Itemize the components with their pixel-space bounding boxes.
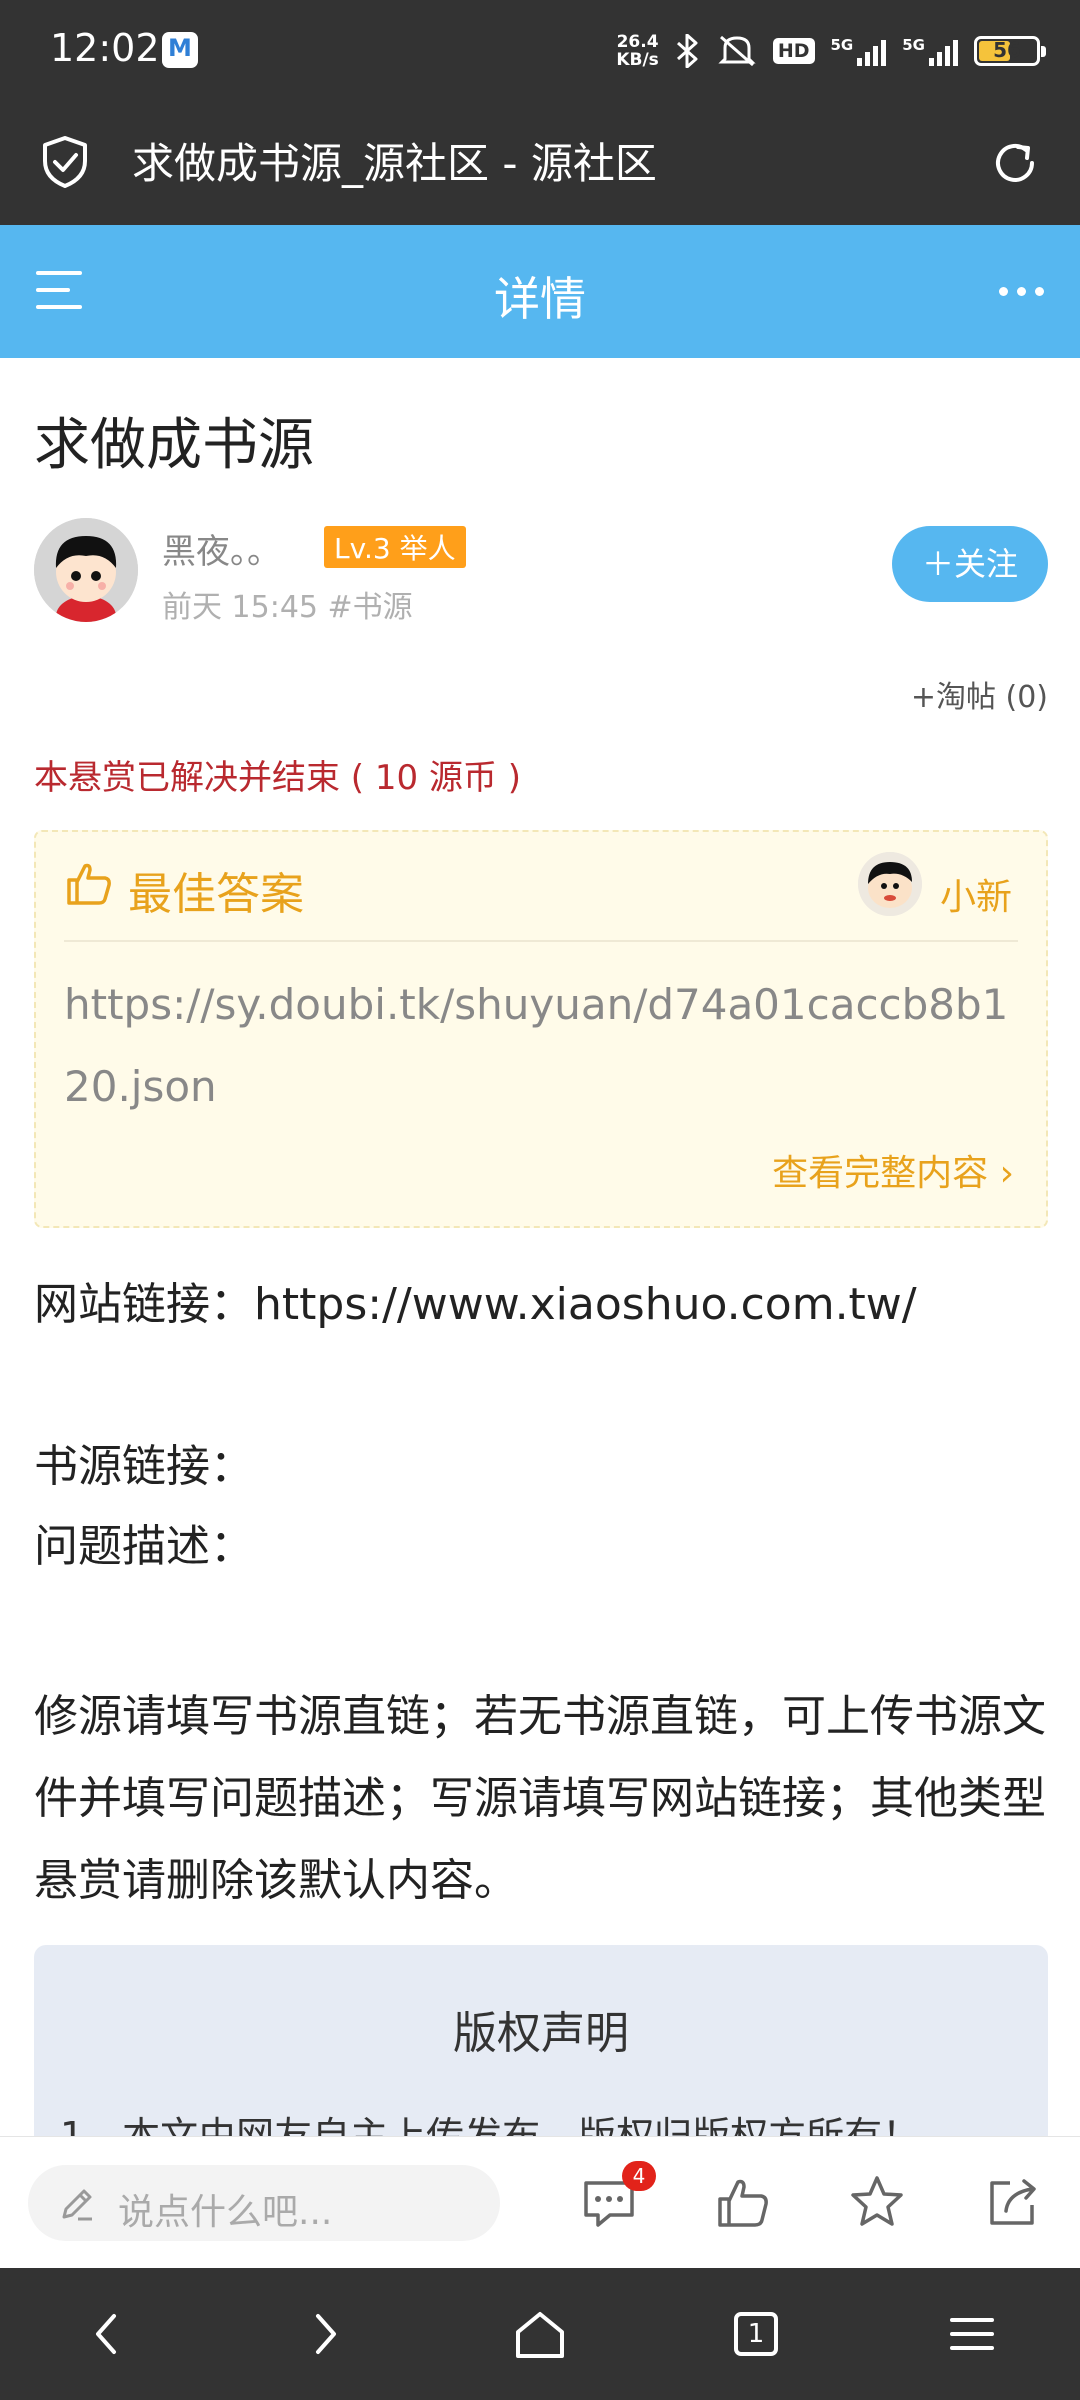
comment-count-badge: 4	[622, 2161, 656, 2191]
tabs-icon[interactable]: 1	[728, 2306, 784, 2362]
mail-icon	[162, 32, 198, 68]
mute-icon	[718, 35, 756, 67]
net-speed: 26.4 KB/s	[616, 33, 658, 69]
best-answer-title: 最佳答案	[128, 869, 304, 920]
more-icon[interactable]	[999, 287, 1044, 296]
problem-line: 问题描述：	[34, 1521, 254, 1572]
sim1-signal: 5G	[831, 36, 887, 66]
author-avatar[interactable]	[34, 518, 138, 622]
answer-text: https://sy.doubi.tk/shuyuan/d74a01caccb8…	[64, 980, 1009, 1111]
header-title: 详情	[494, 272, 586, 326]
bluetooth-icon	[676, 34, 698, 68]
level-badge: Lv.3 举人	[324, 526, 466, 568]
star-icon[interactable]	[848, 2173, 906, 2231]
browser-menu-icon[interactable]	[944, 2306, 1000, 2362]
post-meta: 前天 15:45 #书源	[162, 590, 413, 625]
answerer-avatar[interactable]	[858, 852, 922, 916]
browser-page-title[interactable]: 求做成书源_源社区 - 源社区	[132, 130, 657, 191]
tab-count: 1	[734, 2312, 778, 2356]
share-icon[interactable]	[984, 2173, 1042, 2231]
refresh-icon[interactable]	[990, 138, 1040, 188]
answerer-name[interactable]: 小新	[940, 868, 1012, 920]
copyright-title: 版权声明	[453, 2008, 629, 2059]
net-speed-unit: KB/s	[616, 50, 659, 70]
battery-level: 56	[993, 38, 1021, 62]
card-divider	[64, 940, 1018, 942]
like-icon[interactable]	[714, 2173, 772, 2231]
back-icon[interactable]	[80, 2306, 136, 2362]
thumb-up-icon	[67, 863, 111, 905]
body-paragraph: 修源请填写书源直链；若无书源直链，可上传书源文件并填写问题描述；写源请填写网站链…	[34, 1691, 1046, 1906]
post-title: 求做成书源	[34, 413, 314, 478]
browser-address-bar: 求做成书源_源社区 - 源社区	[0, 100, 1080, 225]
reward-status: 本悬赏已解决并结束 ( 10 源币 )	[34, 758, 522, 798]
net-speed-value: 26.4	[616, 32, 659, 52]
forward-icon[interactable]	[296, 2306, 352, 2362]
tip-link[interactable]: +淘帖 (0)	[911, 672, 1048, 716]
site-link-line[interactable]: 网站链接：https://www.xiaoshuo.com.tw/	[34, 1268, 1048, 1332]
sim2-signal: 5G	[902, 36, 958, 66]
status-icons: 26.4 KB/s HD 5G 5G 56	[616, 28, 1046, 74]
shield-check-icon[interactable]	[40, 135, 90, 189]
battery-icon: 56	[974, 36, 1046, 66]
app-header: 详情	[0, 225, 1080, 358]
comment-placeholder: 说点什么吧...	[118, 2192, 333, 2233]
source-link-line: 书源链接：	[34, 1441, 254, 1492]
home-icon[interactable]	[512, 2306, 568, 2362]
author-name[interactable]: 黑夜。。	[162, 524, 281, 573]
hd-badge: HD	[772, 38, 815, 64]
status-time: 12:02	[50, 26, 160, 70]
pencil-icon	[62, 2189, 92, 2221]
view-full-link[interactable]: 查看完整内容 ›	[772, 1144, 1014, 1196]
status-bar: 12:02 26.4 KB/s HD 5G 5G 56	[0, 0, 1080, 100]
comment-bar: 说点什么吧... 4	[0, 2136, 1080, 2268]
follow-button[interactable]: ＋关注	[892, 526, 1048, 602]
browser-nav-bar: 1	[0, 2268, 1080, 2400]
best-answer-card: 最佳答案 小新 https://sy.doubi.tk/shuyuan/d74a…	[34, 830, 1048, 1228]
comment-input[interactable]: 说点什么吧...	[28, 2165, 500, 2241]
